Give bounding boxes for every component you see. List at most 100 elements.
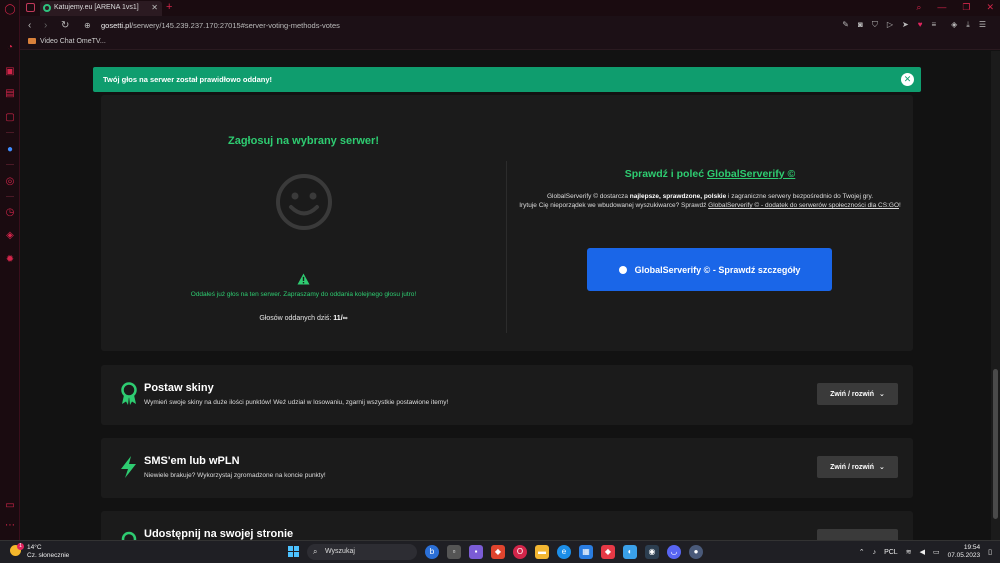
chevron-up-icon[interactable]: ⌃ (859, 548, 865, 556)
section-share: Udostępnij na swojej stronie (101, 511, 913, 540)
speed-dial-icon[interactable]: ◔ (4, 42, 16, 54)
scrollbar-thumb[interactable] (993, 369, 998, 519)
brave-icon[interactable]: ◆ (491, 545, 505, 559)
teams-icon[interactable]: ▪ (469, 545, 483, 559)
app-blue-icon[interactable]: ◐ (623, 545, 637, 559)
forward-arrow-icon[interactable]: › (44, 20, 47, 31)
gs-desc-link[interactable]: GlobalServerify © - dodatek do serwerów … (708, 202, 899, 209)
edit-icon[interactable]: ✎ (842, 20, 849, 30)
camera-icon[interactable]: ◙ (858, 20, 863, 30)
minimize-icon[interactable]: — (937, 2, 946, 13)
discord-icon[interactable]: ◡ (667, 545, 681, 559)
votes-today: Głosów oddanych dziś: 11/∞ (101, 315, 506, 322)
taskbar-search[interactable]: ⌕ Wyszukaj (307, 544, 417, 560)
vote-title: Zagłosuj na wybrany serwer! (228, 135, 379, 147)
volume-icon[interactable]: ◀ (920, 548, 925, 556)
chevron-down-icon: ⌄ (879, 391, 885, 398)
heart-icon[interactable]: ♥ (918, 20, 923, 30)
cube-icon[interactable]: ◈ (951, 20, 957, 30)
clock[interactable]: 19:54 07.05.2023 (948, 544, 981, 560)
cube-icon[interactable]: ◈ (4, 230, 16, 242)
edge-icon[interactable]: e (557, 545, 571, 559)
notifications-icon[interactable]: ▯ (988, 548, 992, 556)
voting-panel: Zagłosuj na wybrany serwer! Oddałeś już … (101, 95, 913, 351)
clock-date: 07.05.2023 (947, 552, 981, 559)
back-arrow-icon[interactable]: ‹ (28, 20, 31, 31)
alert-close-icon[interactable]: ✕ (901, 73, 914, 86)
alert-text: Twój głos na serwer został prawidłowo od… (103, 75, 273, 84)
site-favicon-icon (43, 4, 51, 12)
toggle-label: Zwiń / rozwiń (830, 463, 875, 471)
windows-start-icon[interactable] (288, 546, 299, 557)
search-icon: ⌕ (313, 547, 318, 556)
site-info-icon[interactable]: ⊕ (84, 21, 91, 30)
global-serverify-title: Sprawdź i poleć GlobalServerify © (507, 168, 913, 180)
steam-icon[interactable]: ◉ (645, 545, 659, 559)
collapse-toggle-button[interactable] (817, 529, 898, 540)
section-title: SMS'em lub wPLN (144, 455, 240, 467)
gs-desc-3: Irytuje Cię nieporządek we wbudowanej wy… (519, 202, 707, 209)
app-red-diamond-icon[interactable]: ◆ (601, 545, 615, 559)
gs-button-label: GlobalServerify © - Sprawdź szczegóły (634, 264, 801, 275)
reload-icon[interactable]: ↻ (61, 20, 69, 31)
opera-logo-icon[interactable]: ◯ (4, 4, 16, 16)
gs-desc-2: i zagraniczne serwery bezpośrednio do Tw… (728, 193, 874, 200)
bookmark-item[interactable]: Video Chat OmeTV... (28, 38, 106, 45)
section-description: Niewiele brakuje? Wykorzystaj zgromadzon… (144, 472, 326, 479)
player-icon[interactable]: ◎ (4, 176, 16, 188)
tab-close-icon[interactable]: ✕ (151, 3, 158, 12)
page-content: Twój głos na serwer został prawidłowo od… (21, 51, 991, 540)
gs-desc-bold: najlepsze, sprawdzone, polskie (629, 193, 727, 200)
address-bar-actions: ✎ ◙ ⛉ ▷ ➤ ♥ ≡ ◈ ⤓ ☰ (842, 20, 986, 30)
page-scrollbar[interactable] (991, 51, 1000, 540)
gs-title-link[interactable]: GlobalServerify © (707, 168, 795, 180)
download-icon[interactable]: ⤓ (966, 20, 970, 30)
votes-today-label: Głosów oddanych dziś: (259, 315, 332, 322)
new-tab-plus-icon[interactable]: + (166, 1, 172, 13)
url-path: /serwery/145.239.237.170:27015#server-vo… (131, 21, 340, 30)
task-view-icon[interactable]: ▫ (447, 545, 461, 559)
gs-desc-end: ! (899, 202, 901, 209)
history-icon[interactable]: ◷ (4, 207, 16, 219)
close-window-icon[interactable]: ✕ (986, 2, 994, 13)
tab-strip: Katujemy.eu [ARENA 1vs1] ✕ + ⌕ — ❐ ✕ (20, 0, 1000, 16)
weather-widget[interactable]: 1 14°C Cz. słonecznie (10, 543, 70, 560)
instagram-icon[interactable]: ▢ (4, 112, 16, 124)
store-icon[interactable]: ▦ (579, 545, 593, 559)
tab-active[interactable]: Katujemy.eu [ARENA 1vs1] ✕ (40, 1, 162, 16)
search-tabs-icon[interactable]: ⌕ (916, 2, 921, 13)
send-icon[interactable]: ➤ (902, 20, 909, 30)
votes-today-value: 11/∞ (333, 315, 348, 322)
bing-icon[interactable]: b (425, 545, 439, 559)
wifi-icon[interactable]: ≋ (906, 548, 912, 556)
easy-setup-icon[interactable]: ☰ (979, 20, 986, 30)
global-serverify-column: Sprawdź i poleć GlobalServerify © Global… (507, 95, 913, 351)
opera-icon[interactable]: O (513, 545, 527, 559)
global-serverify-button[interactable]: GlobalServerify © - Sprawdź szczegóły (587, 248, 832, 291)
mic-icon[interactable]: ♪ (873, 549, 877, 556)
workspace-icon[interactable] (26, 3, 35, 12)
gallery-icon[interactable]: ▭ (4, 500, 16, 512)
messenger-icon[interactable]: ● (4, 144, 16, 156)
play-icon[interactable]: ▷ (887, 20, 893, 30)
window-controls: ⌕ — ❐ ✕ (916, 2, 994, 13)
bookmarks-bar: Video Chat OmeTV... (20, 36, 1000, 50)
url-field[interactable]: gosetti.pl/serwery/145.239.237.170:27015… (101, 21, 340, 30)
collapse-toggle-button[interactable]: Zwiń / rozwiń ⌄ (817, 383, 898, 405)
language-indicator[interactable]: PCL (884, 549, 898, 556)
twitch-icon[interactable]: ▤ (4, 88, 16, 100)
more-dots-icon[interactable]: ⋯ (4, 520, 16, 532)
settings-gear-icon[interactable]: ✹ (4, 254, 16, 266)
shield-icon[interactable]: ⛉ (872, 20, 878, 30)
battery-icon[interactable]: ▭ (933, 548, 940, 556)
maximize-icon[interactable]: ❐ (962, 2, 970, 13)
tab-title: Katujemy.eu [ARENA 1vs1] (54, 4, 139, 11)
app-generic-icon[interactable]: ● (689, 545, 703, 559)
weather-desc: Cz. słonecznie (27, 552, 70, 559)
gs-title-prefix: Sprawdź i poleć (624, 168, 705, 180)
menu-icon[interactable]: ≡ (931, 20, 936, 30)
file-explorer-icon[interactable]: ▬ (535, 545, 549, 559)
shopping-bag-icon[interactable]: ▣ (4, 66, 16, 78)
browser-sidebar: ◯ ◔ ▣ ▤ ▢ ● ◎ ◷ ◈ ✹ ▭ ⋯ (0, 0, 20, 540)
collapse-toggle-button[interactable]: Zwiń / rozwiń ⌄ (817, 456, 898, 478)
